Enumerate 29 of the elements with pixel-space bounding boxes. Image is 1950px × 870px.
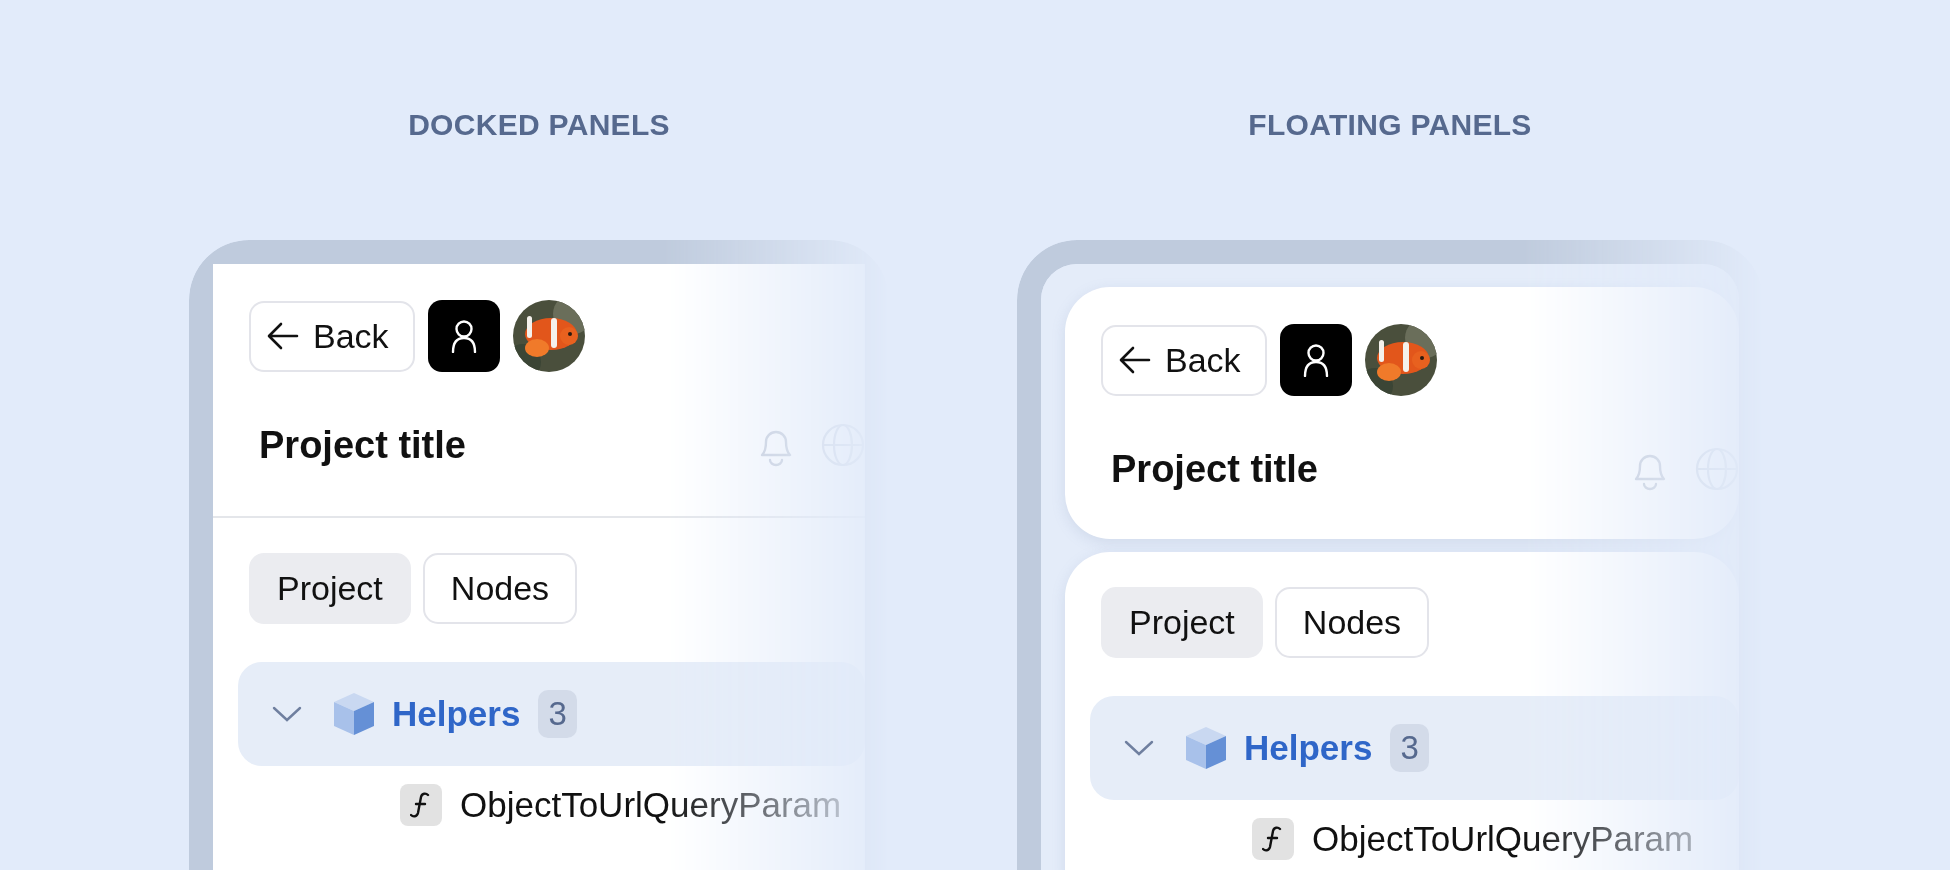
group-label: Helpers [1244, 728, 1373, 768]
project-title: Project title [258, 423, 467, 467]
back-button[interactable]: Back [1101, 324, 1267, 396]
user-button[interactable] [1279, 324, 1352, 396]
count-badge: 3 [538, 690, 577, 738]
tree-group-row[interactable]: Helpers 3 [1090, 696, 1739, 800]
tab[interactable]: Project [249, 553, 411, 624]
tab[interactable]: Nodes [422, 553, 578, 624]
tab[interactable]: Project [1101, 587, 1263, 658]
count-badge: 3 [1390, 724, 1429, 772]
cube-icon [1184, 725, 1228, 771]
arrow-left-icon [1119, 346, 1151, 374]
tree-item-label[interactable]: ObjectToUrlQueryParam [460, 785, 842, 825]
tree-item-label[interactable]: ObjectToUrlQueryParam [1312, 819, 1694, 859]
user-icon [1302, 343, 1329, 377]
user-button[interactable] [427, 300, 500, 372]
chevron-down-icon[interactable] [272, 705, 302, 723]
section-heading: FLOATING PANELS [1247, 107, 1533, 143]
tab[interactable]: Nodes [1274, 587, 1430, 658]
project-title: Project title [1110, 447, 1319, 491]
back-button[interactable]: Back [249, 300, 415, 372]
arrow-left-icon [267, 322, 299, 350]
cube-icon [332, 691, 376, 737]
user-icon [450, 319, 477, 353]
section-heading: DOCKED PANELS [407, 107, 671, 143]
chevron-down-icon[interactable] [1124, 739, 1154, 757]
group-label: Helpers [392, 694, 521, 734]
function-icon [410, 791, 432, 819]
function-icon [1262, 825, 1284, 853]
